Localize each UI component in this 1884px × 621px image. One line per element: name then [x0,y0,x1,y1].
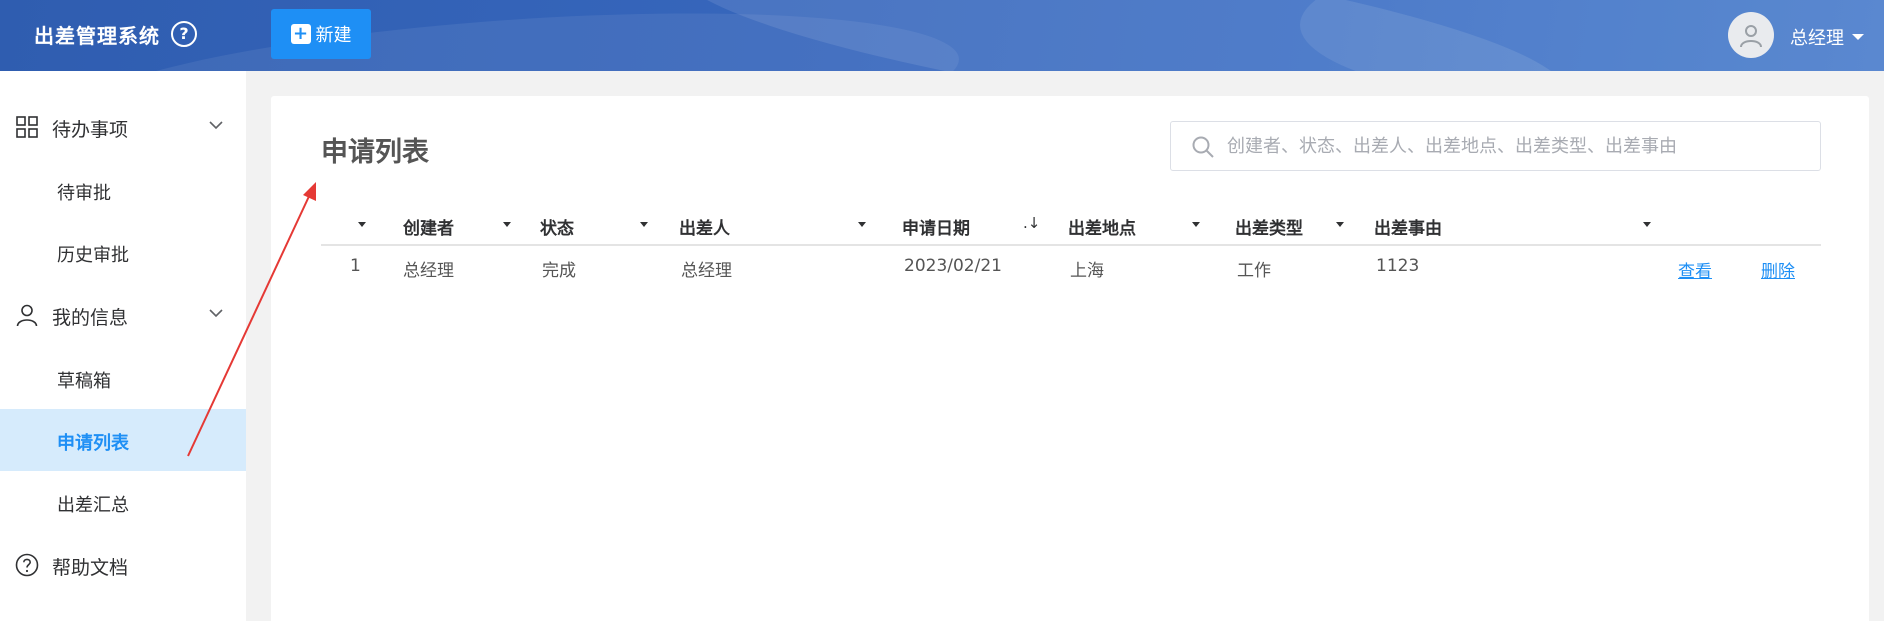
sidebar-item-pending-approval[interactable]: 待审批 [0,159,246,221]
column-header-index[interactable] [321,204,386,246]
cell-creator: 总经理 [403,261,454,281]
cell-type: 工作 [1237,261,1271,281]
chevron-down-icon [209,309,223,318]
sidebar-item-application-list[interactable]: 申请列表 [0,409,246,471]
cell-status: 完成 [542,261,576,281]
page-title: 申请列表 [321,137,429,168]
search-input[interactable] [1227,132,1807,160]
new-button-label: 新建 [315,25,352,46]
sidebar-group-todo[interactable]: 待办事项 [0,97,246,157]
caret-down-icon[interactable] [858,222,866,227]
column-label: 出差人 [679,219,730,239]
column-header-creator[interactable]: 创建者 [401,204,511,246]
cell-index: 1 [350,256,361,276]
cell-date: 2023/02/21 [904,256,1002,276]
sidebar-group-my-info[interactable]: 我的信息 [0,285,246,345]
caret-down-icon[interactable] [1852,34,1864,40]
table-row: 1 总经理 完成 总经理 2023/02/21 上海 工作 1123 查看 删除 [321,246,1821,294]
grid-icon [16,116,38,138]
column-header-status[interactable]: 状态 [540,204,650,246]
caret-down-icon[interactable] [358,222,366,227]
caret-down-icon[interactable] [1192,222,1200,227]
cell-traveler: 总经理 [681,261,732,281]
user-icon [16,304,38,327]
column-label: 状态 [540,219,574,239]
cell-reason: 1123 [1376,256,1420,276]
sidebar-group-label: 我的信息 [52,307,129,329]
content-card: 申请列表 创建者 状态 出差人 申请日期 .↓ 出差地点 [271,96,1869,621]
column-label: 出差类型 [1235,219,1303,239]
top-header: 出差管理系统 ? + 新建 总经理 [0,0,1884,71]
view-link[interactable]: 查看 [1678,257,1712,282]
column-header-date[interactable]: 申请日期 .↓ [902,204,1042,246]
caret-down-icon[interactable] [1643,222,1651,227]
app-title: 出差管理系统 [34,24,160,48]
help-icon[interactable]: ? [171,21,197,47]
column-header-traveler[interactable]: 出差人 [679,204,869,246]
new-button[interactable]: + 新建 [271,9,371,59]
cell-location: 上海 [1070,261,1104,281]
caret-down-icon[interactable] [640,222,648,227]
column-header-reason[interactable]: 出差事由 [1374,204,1654,246]
search-icon [1192,136,1214,158]
sidebar-item-travel-summary[interactable]: 出差汇总 [0,471,246,533]
column-label: 创建者 [403,219,454,239]
column-label: 出差地点 [1068,219,1136,239]
sidebar-item-label: 待审批 [57,183,111,204]
help-circle-icon [15,553,39,577]
caret-down-icon[interactable] [1336,222,1344,227]
caret-down-icon[interactable] [503,222,511,227]
table-header: 创建者 状态 出差人 申请日期 .↓ 出差地点 出差类型 出差事由 [321,204,1821,246]
user-avatar-icon [1740,25,1762,48]
avatar[interactable] [1728,12,1774,58]
sidebar-item-drafts[interactable]: 草稿箱 [0,347,246,409]
column-header-location[interactable]: 出差地点 [1068,204,1208,246]
search-box[interactable] [1170,121,1821,171]
sidebar-item-approval-history[interactable]: 历史审批 [0,221,246,283]
sidebar-group-label: 待办事项 [52,119,129,141]
delete-link[interactable]: 删除 [1761,257,1795,282]
chevron-down-icon [209,121,223,130]
sidebar-group-label: 帮助文档 [52,557,129,579]
sidebar: 待办事项 待审批 历史审批 我的信息 草稿箱 申请列表 出差汇总 帮助文档 [0,71,246,621]
sort-descending-icon[interactable]: .↓ [1023,214,1040,232]
sidebar-item-label: 历史审批 [57,245,129,266]
sidebar-item-label: 申请列表 [57,433,129,454]
plus-icon: + [290,24,311,44]
column-label: 出差事由 [1374,219,1442,239]
sidebar-group-help-docs[interactable]: 帮助文档 [0,535,246,595]
column-header-type[interactable]: 出差类型 [1235,204,1355,246]
user-name[interactable]: 总经理 [1790,24,1844,50]
column-label: 申请日期 [902,219,970,239]
sidebar-item-label: 草稿箱 [57,371,111,392]
sidebar-item-label: 出差汇总 [57,495,129,516]
